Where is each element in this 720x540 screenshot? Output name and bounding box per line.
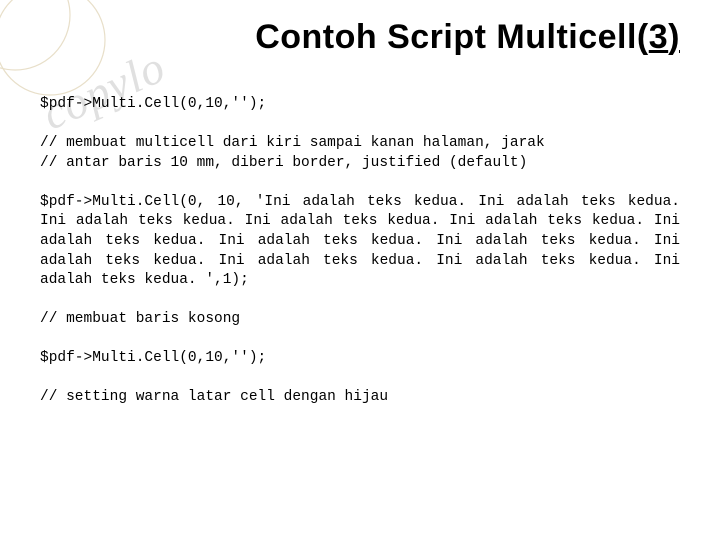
slide-title: Contoh Script Multicell(3)	[0, 18, 700, 57]
title-prefix: Contoh Script Multicell(	[255, 18, 649, 56]
code-block: $pdf->Multi.Cell(0,10,''); // membuat mu…	[40, 95, 680, 408]
title-number: 3	[649, 18, 668, 56]
title-suffix: )	[668, 18, 680, 56]
